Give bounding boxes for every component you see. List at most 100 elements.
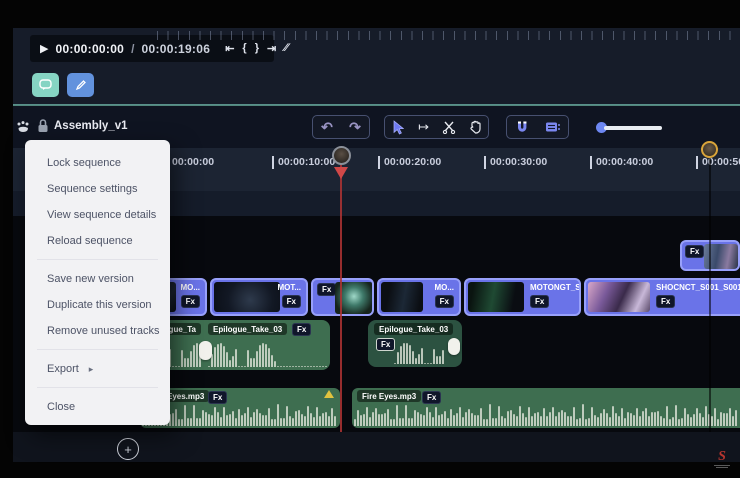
video-clip[interactable]: Fx	[311, 278, 374, 316]
fx-badge[interactable]: Fx	[292, 323, 311, 336]
letterbox-left	[0, 0, 13, 478]
edit-tools-group: ↦	[384, 115, 489, 139]
select-tool-button[interactable]	[387, 117, 409, 137]
ruler-label: 00:00:20:00	[378, 156, 441, 169]
menu-item-close[interactable]: Close	[25, 394, 170, 420]
menu-item-save-new-version[interactable]: Save new version	[25, 266, 170, 292]
collaborator-playhead-line	[709, 158, 711, 432]
ruler-label: 00:00:00	[166, 156, 214, 169]
play-icon[interactable]: ▶	[40, 42, 48, 55]
clip-label: MOTONGT_S00...	[530, 283, 581, 292]
extend-edit-tool-button[interactable]: ↦	[413, 117, 435, 137]
zoom-slider-track[interactable]	[604, 126, 662, 130]
audio-waveform	[142, 402, 338, 426]
chat-bubble-icon	[39, 79, 52, 91]
clip-label: MO...	[180, 283, 200, 292]
playhead-marker[interactable]	[334, 167, 348, 179]
clip-thumbnail	[468, 282, 524, 312]
duration-timecode: 00:00:19:06	[142, 42, 211, 56]
watermark-letter: S	[714, 451, 730, 463]
fx-badge[interactable]: Fx	[376, 338, 395, 351]
menu-item-sequence-settings[interactable]: Sequence settings	[25, 176, 170, 202]
clip-label: MO...	[434, 283, 454, 292]
menu-item-duplicate-this-version[interactable]: Duplicate this version	[25, 292, 170, 318]
fx-badge[interactable]: Fx	[435, 295, 454, 308]
video-clip[interactable]: MOTONGT_S00... Fx	[464, 278, 581, 316]
menu-divider	[37, 259, 158, 260]
video-clip[interactable]: SHOCNCT_S001_S001_T0 Fx	[584, 278, 740, 316]
warning-icon	[324, 390, 334, 398]
hand-tool-button[interactable]	[464, 117, 486, 137]
zoom-slider[interactable]	[596, 122, 666, 134]
plus-icon: +	[124, 442, 132, 457]
clip-thumbnail	[214, 282, 280, 312]
snap-magnet-button[interactable]	[511, 117, 533, 137]
fx-badge[interactable]: Fx	[282, 295, 301, 308]
menu-item-reload-sequence[interactable]: Reload sequence	[25, 228, 170, 254]
sequence-name[interactable]: Assembly_v1	[54, 120, 128, 132]
video-clip[interactable]: MOT... Fx	[210, 278, 308, 316]
fx-badge[interactable]: Fx	[656, 295, 675, 308]
clip-label: SHOCNCT_S001_S001_T0	[656, 283, 740, 292]
watermark-caption-bar	[714, 465, 730, 466]
clip-thumbnail	[381, 282, 423, 312]
current-timecode: 00:00:00:00	[55, 42, 124, 56]
fx-badge[interactable]: Fx	[317, 283, 336, 296]
comment-button[interactable]	[32, 73, 59, 97]
video-clip[interactable]: MO... Fx	[377, 278, 461, 316]
menu-item-remove-unused-tracks[interactable]: Remove unused tracks	[25, 318, 170, 344]
collaborator-avatar	[701, 141, 718, 158]
fx-badge[interactable]: Fx	[530, 295, 549, 308]
clip-fade-handle[interactable]	[199, 341, 212, 360]
audio-waveform	[394, 340, 446, 364]
audio-waveform	[208, 340, 328, 367]
menu-item-view-sequence-details[interactable]: View sequence details	[25, 202, 170, 228]
audio-clip[interactable]: Fire Eyes.mp3 Fx	[352, 388, 740, 428]
clear-marks-icon[interactable]: ∕∕	[284, 42, 288, 55]
clip-thumbnail	[588, 282, 650, 312]
audio-clip-label: Epilogue_Take_03	[208, 323, 287, 335]
scissors-icon	[442, 120, 456, 134]
audio-clip[interactable]: Epilogue_Take_03 Fx	[206, 320, 330, 370]
mark-in-icon[interactable]: {	[242, 42, 246, 55]
menu-divider	[37, 387, 158, 388]
ruler-label: 00:00:40:00	[590, 156, 653, 169]
edit-button[interactable]	[67, 73, 94, 97]
audio-clip-label: Fire Eyes.mp3	[357, 390, 421, 402]
clip-fade-handle[interactable]	[448, 338, 460, 355]
audio-clip[interactable]: Eyes.mp3 Fx	[140, 388, 340, 428]
ruler-label: 00:00:50:00	[696, 156, 740, 169]
watermark-logo: S	[714, 451, 730, 468]
undo-button[interactable]: ↶	[316, 117, 338, 137]
razor-tool-button[interactable]	[438, 117, 460, 137]
menu-item-lock-sequence[interactable]: Lock sequence	[25, 150, 170, 176]
letterbox-top	[0, 0, 740, 28]
submenu-arrow-icon: ▸	[89, 356, 94, 382]
clip-label: MOT...	[277, 283, 301, 292]
editor-screen: ▶ 00:00:00:00 / 00:00:19:06 ⇤ { } ⇥ ∕∕ A…	[0, 0, 740, 478]
track-height-button[interactable]	[542, 117, 564, 137]
audio-clip-label: Epilogue_Take_03	[374, 323, 453, 335]
panel-divider-line	[13, 104, 740, 106]
fx-badge[interactable]: Fx	[181, 295, 200, 308]
add-track-button[interactable]: +	[117, 438, 139, 460]
mark-out-icon[interactable]: }	[255, 42, 259, 55]
goto-in-icon[interactable]: ⇤	[225, 42, 234, 55]
playhead-line[interactable]	[340, 163, 342, 432]
ruler-label: 00:00:30:00	[484, 156, 547, 169]
menu-item-export-label: Export	[47, 356, 79, 382]
playhead-avatar	[332, 146, 351, 165]
fx-badge[interactable]: Fx	[685, 245, 704, 258]
watermark-caption-bar	[716, 467, 728, 468]
redo-button[interactable]: ↷	[344, 117, 366, 137]
track-height-icon	[545, 121, 561, 133]
cursor-icon	[392, 120, 404, 135]
lock-icon	[37, 118, 49, 134]
menu-item-export[interactable]: Export ▸	[25, 356, 170, 382]
sequence-context-menu: Lock sequence Sequence settings View seq…	[25, 140, 170, 425]
pencil-icon	[75, 79, 87, 91]
hand-icon	[469, 120, 482, 134]
goto-out-icon[interactable]: ⇥	[267, 42, 276, 55]
snap-group	[506, 115, 569, 139]
ruler-tick-marks	[157, 31, 740, 40]
